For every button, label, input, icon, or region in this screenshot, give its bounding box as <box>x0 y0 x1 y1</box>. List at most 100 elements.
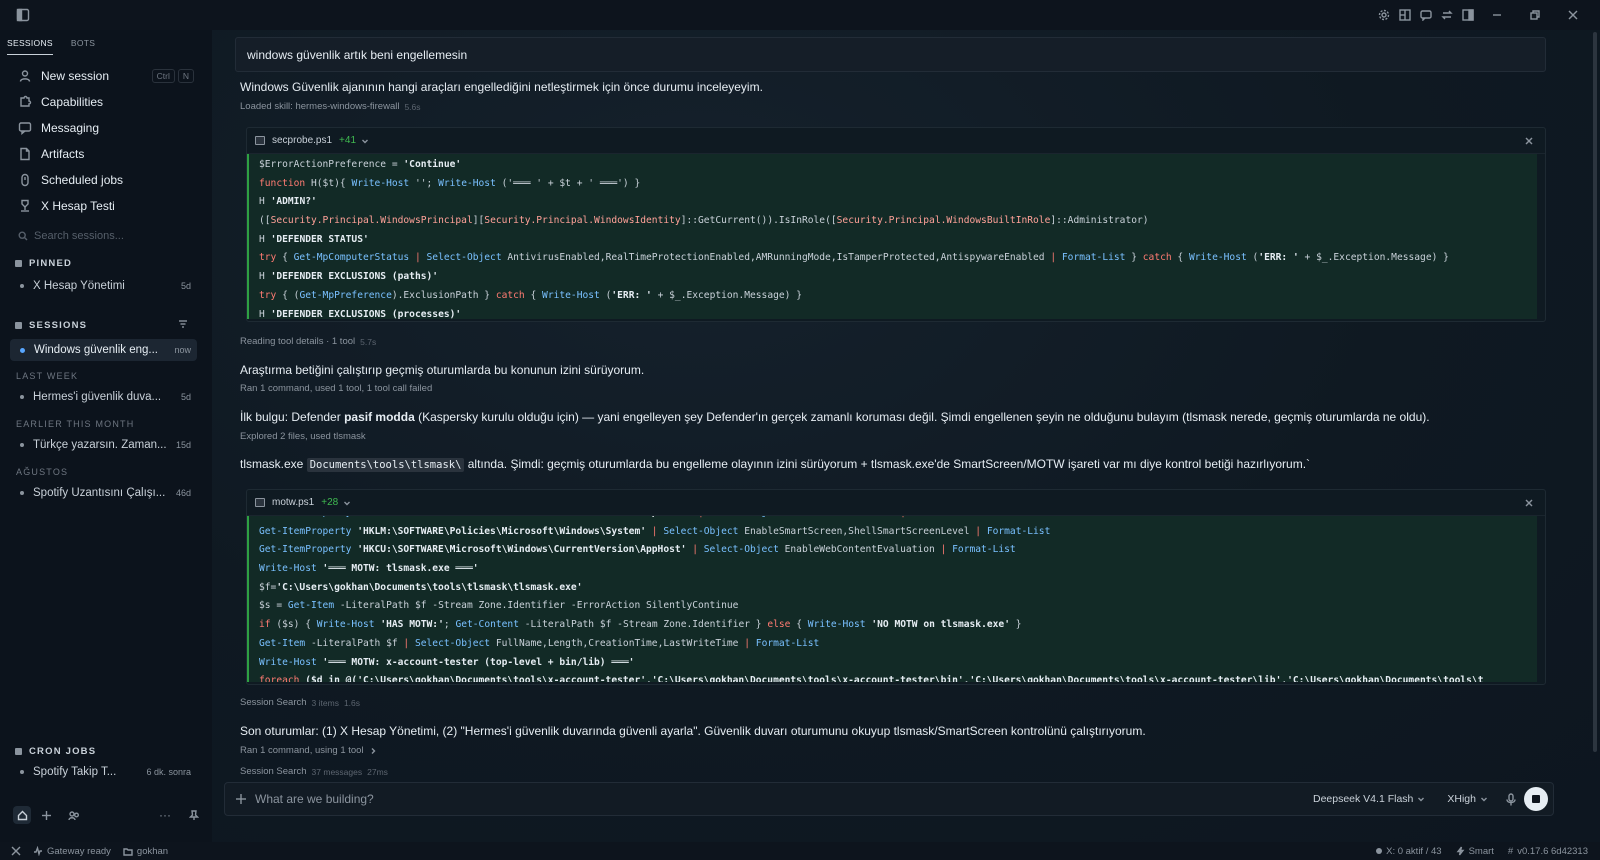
code-line: try { (Get-MpPreference).ExclusionPath }… <box>259 289 802 301</box>
session-age: 15d <box>175 440 191 450</box>
chat-area: windows güvenlik artık beni engellemesin… <box>212 30 1600 842</box>
code-card: motw.ps1 +28 Get-ItemProperty 'HKLM:\SOF… <box>246 489 1546 685</box>
sidebar-footer: ··· <box>13 806 201 824</box>
tab-sessions[interactable]: SESSIONS <box>7 38 53 55</box>
add-attachment-icon[interactable] <box>235 793 247 805</box>
tool-meta[interactable]: Session Search 37 messages 27ms <box>240 766 388 777</box>
add-icon[interactable] <box>41 810 52 821</box>
list-item-active[interactable]: Windows güvenlik eng... now <box>10 339 197 361</box>
tools-icon[interactable] <box>11 846 21 856</box>
code-card-header[interactable]: motw.ps1 +28 <box>247 490 1545 516</box>
group-icon[interactable] <box>68 810 80 821</box>
tool-meta[interactable]: Ran 1 command, using 1 tool <box>240 745 377 756</box>
meta-time: 5.7s <box>360 336 377 347</box>
code-body: $ErrorActionPreference = 'Continue' funct… <box>247 154 1537 319</box>
more-icon[interactable]: ··· <box>159 808 171 822</box>
gateway-label: Gateway ready <box>47 845 111 857</box>
nav-label: Capabilities <box>41 95 104 109</box>
clock-icon <box>21 173 29 187</box>
chat-scrollbar[interactable] <box>1593 32 1597 752</box>
tool-meta[interactable]: Loaded skill: hermes-windows-firewall 5.6… <box>240 101 421 112</box>
sidebar-item-scheduled-jobs[interactable]: Scheduled jobs <box>0 167 212 193</box>
model-selector[interactable]: Deepseek V4.1 Flash <box>1313 793 1425 805</box>
effort-level: XHigh <box>1447 793 1476 805</box>
chevron-down-icon[interactable] <box>361 137 369 145</box>
code-line: Write-Host '═══ MOTW: x-account-tester (… <box>259 656 635 668</box>
assistant-message: Son oturumlar: (1) X Hesap Yönetimi, (2)… <box>240 724 1146 738</box>
message-input[interactable]: What are we building? <box>255 792 1313 806</box>
person-icon <box>19 70 31 82</box>
session-age: 5d <box>180 392 191 402</box>
sidebar-item-x-hesap-testi[interactable]: X Hesap Testi <box>0 193 212 219</box>
filter-icon[interactable] <box>178 319 188 329</box>
tool-meta[interactable]: Ran 1 command, used 1 tool, 1 tool call … <box>240 383 432 394</box>
inline-code: Documents\tools\tlsmask\ <box>306 458 465 472</box>
new-session-button[interactable]: New session Ctrl N <box>0 63 212 89</box>
layout-icon[interactable] <box>1394 6 1415 24</box>
stop-icon <box>1532 795 1540 803</box>
tool-meta[interactable]: Reading tool details · 1 tool 5.7s <box>240 336 376 347</box>
stop-button[interactable] <box>1524 787 1548 811</box>
hash-icon: # <box>1507 845 1514 857</box>
tool-meta[interactable]: Explored 2 files, used tlsmask <box>240 431 366 442</box>
gateway-status[interactable]: Gateway ready <box>33 846 111 857</box>
activity-icon <box>34 846 42 856</box>
close-icon[interactable] <box>1525 137 1533 145</box>
pinned-header: PINNED <box>15 258 72 269</box>
chevron-right-icon[interactable] <box>369 747 377 755</box>
microphone-icon[interactable] <box>1506 792 1516 806</box>
workspace-status[interactable]: gokhan <box>123 846 168 857</box>
sidebar-toggle-icon[interactable] <box>16 8 30 22</box>
diff-count: +41 <box>339 135 357 146</box>
sessions-header: SESSIONS <box>15 320 87 331</box>
home-icon[interactable] <box>13 806 31 824</box>
assistant-message: Araştırma betiğini çalıştırıp geçmiş otu… <box>240 363 645 377</box>
list-item[interactable]: Hermes'i güvenlik duva... 5d <box>10 386 197 408</box>
session-title: Spotify Uzantısını Çalışı... <box>33 487 166 499</box>
sidebar-item-messaging[interactable]: Messaging <box>0 115 212 141</box>
minimize-icon[interactable] <box>1478 6 1516 24</box>
pin-icon[interactable] <box>189 809 199 821</box>
sidebar: SESSIONS BOTS New session Ctrl N Capabil… <box>0 30 212 842</box>
x-account-status[interactable]: X: 0 aktif / 43 <box>1376 845 1442 857</box>
close-icon[interactable] <box>1525 499 1533 507</box>
chat-bubble-icon[interactable] <box>1415 6 1436 24</box>
code-card: secprobe.ps1 +41 $ErrorActionPreference … <box>246 127 1546 322</box>
settings-icon[interactable] <box>1373 6 1394 24</box>
list-item[interactable]: Spotify Uzantısını Çalışı... 46d <box>10 482 197 504</box>
assistant-message: İlk bulgu: Defender pasif modda (Kaspers… <box>240 410 1430 424</box>
version-status[interactable]: # v0.17.6 6d42313 <box>1508 846 1588 857</box>
tab-bots[interactable]: BOTS <box>71 38 95 55</box>
code-filename: motw.ps1 <box>272 497 315 508</box>
user-icon <box>21 199 29 212</box>
user-message: windows güvenlik artık beni engellemesin <box>235 37 1546 72</box>
list-item[interactable]: Türkçe yazarsın. Zaman... 15d <box>10 434 197 456</box>
x-status-label: X: 0 aktif / 43 <box>1386 845 1442 857</box>
session-age: 46d <box>175 488 191 498</box>
effort-selector[interactable]: XHigh <box>1447 793 1488 805</box>
panel-right-icon[interactable] <box>1457 6 1478 24</box>
meta-extra: 3 items <box>311 697 339 708</box>
chevron-down-icon[interactable] <box>343 499 351 507</box>
close-window-icon[interactable] <box>1554 6 1592 24</box>
tool-meta[interactable]: Session Search 3 items 1.6s <box>240 697 360 708</box>
mode-status[interactable]: Smart <box>1456 846 1494 857</box>
list-item[interactable]: X Hesap Yönetimi 5d <box>10 275 197 297</box>
code-card-header[interactable]: secprobe.ps1 +41 <box>247 128 1545 154</box>
session-title: Hermes'i güvenlik duva... <box>33 391 162 403</box>
cron-jobs-header: CRON JOBS <box>15 746 96 757</box>
search-sessions[interactable]: Search sessions... <box>18 230 124 242</box>
meta-text: Session Search <box>240 697 307 708</box>
code-filename: secprobe.ps1 <box>272 135 333 146</box>
code-line: Write-Host '═══ MOTW: tlsmask.exe ═══' <box>259 563 479 575</box>
swap-icon[interactable] <box>1436 6 1457 24</box>
puzzle-icon <box>20 95 32 107</box>
meta-time: 27ms <box>367 766 388 777</box>
sidebar-item-artifacts[interactable]: Artifacts <box>0 141 212 167</box>
list-item[interactable]: Spotify Takip T... 6 dk. sonra <box>10 761 197 783</box>
sidebar-item-capabilities[interactable]: Capabilities <box>0 89 212 115</box>
diff-count: +28 <box>321 497 339 508</box>
nav-label: Scheduled jobs <box>41 173 124 187</box>
search-input[interactable]: Search sessions... <box>34 230 124 242</box>
restore-icon[interactable] <box>1516 6 1554 24</box>
